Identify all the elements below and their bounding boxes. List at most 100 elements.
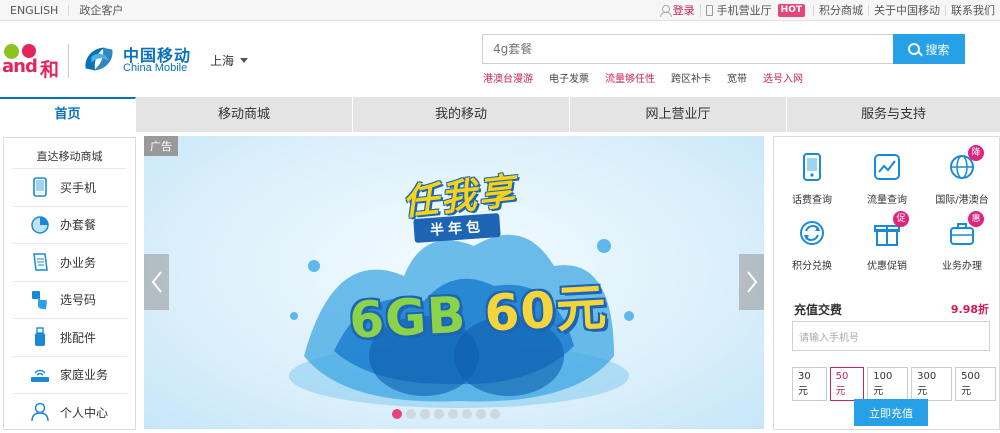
nav-tab-service[interactable]: 服务与支持 bbox=[787, 97, 1000, 132]
ad-tag: 广告 bbox=[144, 136, 178, 156]
points-mall-link[interactable]: 积分商城 bbox=[813, 5, 868, 16]
banner-next-button[interactable] bbox=[739, 254, 764, 310]
banner-dot[interactable] bbox=[434, 409, 444, 419]
service-label: 业务办理 bbox=[942, 261, 982, 272]
offer-badge: 惠 bbox=[968, 211, 984, 227]
chevron-down-icon bbox=[240, 58, 249, 63]
sidebar-item-personal-center[interactable]: 个人中心 bbox=[12, 393, 127, 431]
chevron-left-icon bbox=[151, 271, 162, 293]
hotword-link[interactable]: 选号入网 bbox=[763, 70, 803, 85]
sidebar-item-select-number[interactable]: 选号码 bbox=[12, 280, 127, 319]
search-button[interactable]: 搜索 bbox=[893, 34, 965, 64]
banner-price: 6GB 60元 bbox=[347, 267, 609, 352]
banner-dot[interactable] bbox=[406, 409, 416, 419]
topbar-left: ENGLISH 政企客户 bbox=[0, 0, 133, 21]
service-points-exchange[interactable]: 积分兑换 bbox=[782, 217, 842, 277]
login-link[interactable]: 登录 bbox=[655, 4, 700, 17]
promo-banner[interactable]: 广告 任我享 半年包 6GB 60元 bbox=[144, 136, 764, 429]
hot-search-words: 港澳台漫游 电子发票 流量够任性 跨区补卡 宽带 选号入网 bbox=[483, 70, 819, 85]
contact-link[interactable]: 联系我们 bbox=[945, 5, 1000, 16]
recharge-title: 充值交费 bbox=[794, 303, 843, 317]
sidebar-item-label: 选号码 bbox=[60, 293, 97, 308]
phone-icon bbox=[30, 177, 50, 198]
sidebar-item-package[interactable]: 办套餐 bbox=[12, 205, 127, 244]
recharge-submit-button[interactable]: 立即充值 bbox=[854, 399, 928, 426]
login-label: 登录 bbox=[672, 4, 695, 17]
banner-price-gb: 6GB bbox=[347, 285, 468, 350]
service-bill-query[interactable]: 话费查询 bbox=[782, 151, 842, 211]
service-promotions[interactable]: 促 优惠促销 bbox=[857, 211, 917, 277]
sidebar-item-business[interactable]: 办业务 bbox=[12, 243, 127, 281]
banner-dot[interactable] bbox=[392, 409, 402, 419]
he-brand-logo[interactable]: and 和 bbox=[2, 42, 62, 81]
search-button-label: 搜索 bbox=[925, 42, 950, 57]
he-logo-text: and bbox=[2, 56, 38, 77]
discount-badge: 降 bbox=[968, 145, 984, 161]
hotword-link[interactable]: 电子发票 bbox=[549, 70, 589, 85]
recharge-amount-options: 30元 50元 100元 300元 500元 bbox=[792, 367, 999, 401]
about-link[interactable]: 关于中国移动 bbox=[868, 5, 945, 16]
banner-dot[interactable] bbox=[476, 409, 486, 419]
banner-dot[interactable] bbox=[490, 409, 500, 419]
china-mobile-logo-icon[interactable] bbox=[80, 40, 118, 78]
traffic-chart-icon bbox=[871, 151, 903, 183]
phone-bill-icon bbox=[796, 151, 828, 183]
recharge-phone-input[interactable]: 请输入手机号 bbox=[792, 321, 990, 351]
header: and 和 中国移动 China Mobile 上海 搜索 港澳台漫游 电子发票… bbox=[0, 22, 1000, 97]
package-icon bbox=[30, 215, 50, 235]
banner-dot[interactable] bbox=[462, 409, 472, 419]
amount-option-selected[interactable]: 50元 bbox=[829, 367, 865, 401]
refresh-icon bbox=[796, 217, 828, 249]
hot-badge: HOT bbox=[777, 4, 805, 17]
usb-icon bbox=[30, 327, 50, 347]
amount-option[interactable]: 300元 bbox=[911, 367, 953, 401]
service-label: 流量查询 bbox=[867, 195, 907, 206]
brand-name-en: China Mobile bbox=[123, 62, 188, 74]
amount-option[interactable]: 30元 bbox=[792, 367, 827, 401]
person-icon bbox=[659, 5, 672, 17]
nav-tab-mall[interactable]: 移动商城 bbox=[136, 97, 353, 132]
hotword-link[interactable]: 跨区补卡 bbox=[671, 70, 711, 85]
city-selector[interactable]: 上海 bbox=[210, 52, 249, 69]
hotword-link[interactable]: 流量够任性 bbox=[605, 70, 655, 85]
top-utility-bar: ENGLISH 政企客户 登录 手机营业厅 HOT 积分商城 关于中国移动 联系… bbox=[0, 0, 1000, 21]
mobile-app-link[interactable]: 手机营业厅 HOT bbox=[699, 4, 813, 17]
service-label: 话费查询 bbox=[792, 195, 832, 206]
nav-tab-online-hall[interactable]: 网上营业厅 bbox=[570, 97, 787, 132]
sidebar-item-home-service[interactable]: 家庭业务 bbox=[12, 355, 127, 394]
city-label: 上海 bbox=[210, 54, 235, 68]
mall-shortcut-sidebar: 直达移动商城 买手机 办套餐 办业务 选号码 挑配件 家庭业务 个人中心 bbox=[3, 137, 136, 430]
amount-option[interactable]: 500元 bbox=[955, 367, 996, 401]
service-label: 积分兑换 bbox=[792, 261, 832, 272]
banner-price-yuan: 60元 bbox=[483, 278, 609, 343]
quick-service-panel: 话费查询 流量查询 降 国际/港澳台 积分兑换 促 优惠促销 惠 业务办理 充值… bbox=[773, 136, 1000, 430]
briefcase-icon: 惠 bbox=[946, 211, 984, 249]
chevron-right-icon bbox=[746, 271, 757, 293]
logo-divider bbox=[68, 44, 69, 78]
banner-prev-button[interactable] bbox=[144, 254, 169, 310]
sidebar-item-label: 办套餐 bbox=[60, 218, 97, 233]
recharge-discount: 9.98折 bbox=[950, 303, 989, 316]
hotword-link[interactable]: 港澳台漫游 bbox=[483, 70, 533, 85]
search-input[interactable] bbox=[493, 42, 883, 56]
globe-icon: 降 bbox=[946, 145, 984, 183]
amount-option[interactable]: 100元 bbox=[867, 367, 909, 401]
main-nav: 首页 移动商城 我的移动 网上营业厅 服务与支持 bbox=[0, 97, 1000, 132]
mobile-app-label: 手机营业厅 bbox=[716, 4, 772, 17]
service-traffic-query[interactable]: 流量查询 bbox=[857, 151, 917, 211]
nav-tab-my-mobile[interactable]: 我的移动 bbox=[353, 97, 570, 132]
service-international[interactable]: 降 国际/港澳台 bbox=[932, 145, 992, 211]
enterprise-link[interactable]: 政企客户 bbox=[69, 5, 133, 16]
sidebar-item-label: 办业务 bbox=[60, 255, 97, 270]
sidebar-item-buy-phone[interactable]: 买手机 bbox=[12, 168, 127, 206]
sidebar-item-label: 挑配件 bbox=[60, 330, 97, 345]
sidebar-item-accessories[interactable]: 挑配件 bbox=[12, 318, 127, 356]
service-business-handling[interactable]: 惠 业务办理 bbox=[932, 211, 992, 277]
person-icon bbox=[30, 402, 50, 422]
english-link[interactable]: ENGLISH bbox=[0, 5, 70, 16]
hotword-link[interactable]: 宽带 bbox=[727, 70, 747, 85]
sidebar-item-label: 买手机 bbox=[60, 180, 97, 195]
banner-dot[interactable] bbox=[420, 409, 430, 419]
banner-dot[interactable] bbox=[448, 409, 458, 419]
nav-tab-home[interactable]: 首页 bbox=[0, 97, 136, 132]
